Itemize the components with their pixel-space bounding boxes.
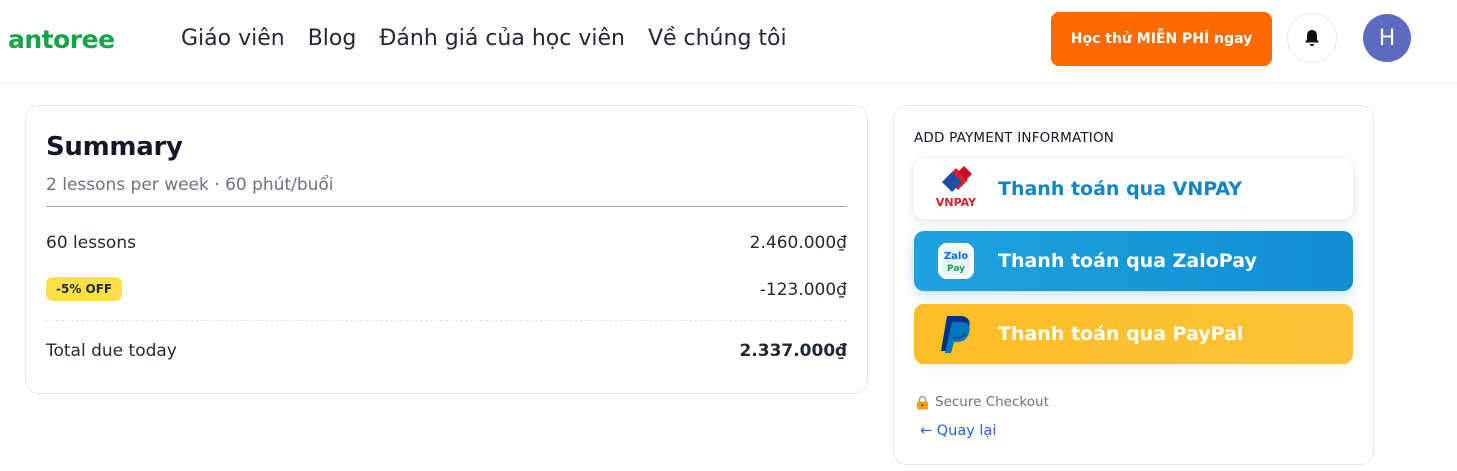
payment-card: ADD PAYMENT INFORMATION VNPAY Thanh toán… xyxy=(893,105,1374,465)
top-header: antoree Giáo viên Blog Đánh giá của học … xyxy=(0,0,1457,84)
paypal-logo xyxy=(914,304,998,364)
zalopay-label: Thanh toán qua ZaloPay xyxy=(998,250,1257,272)
discount-badge: -5% OFF xyxy=(46,277,123,301)
nav-about[interactable]: Về chúng tôi xyxy=(648,26,787,51)
dashed-divider xyxy=(46,320,847,321)
payment-title: ADD PAYMENT INFORMATION xyxy=(914,130,1115,146)
vnpay-button[interactable]: VNPAY Thanh toán qua VNPAY xyxy=(914,159,1353,219)
vnpay-logo: VNPAY xyxy=(914,159,998,219)
user-avatar[interactable]: H xyxy=(1363,14,1411,62)
nav-teachers[interactable]: Giáo viên xyxy=(181,26,285,51)
nav-blog[interactable]: Blog xyxy=(308,26,357,51)
nav-reviews[interactable]: Đánh giá của học viên xyxy=(379,26,625,51)
summary-subtitle: 2 lessons per week · 60 phút/buổi xyxy=(46,175,334,195)
secure-checkout-text: Secure Checkout xyxy=(935,394,1049,410)
zalopay-logo: Zalo Pay xyxy=(914,231,998,291)
discount-amount: -123.000₫ xyxy=(759,280,847,300)
summary-title: Summary xyxy=(46,132,183,162)
total-label: Total due today xyxy=(46,341,177,361)
svg-text:Pay: Pay xyxy=(947,264,965,274)
notifications-button[interactable] xyxy=(1287,13,1337,63)
lessons-price: 2.460.000₫ xyxy=(749,233,847,253)
free-trial-button[interactable]: Học thử MIỄN PHÍ ngay xyxy=(1051,12,1272,66)
paypal-button[interactable]: Thanh toán qua PayPal xyxy=(914,304,1353,364)
back-link[interactable]: ← Quay lại xyxy=(920,423,996,439)
total-amount: 2.337.000₫ xyxy=(739,341,847,361)
order-summary-card: Summary 2 lessons per week · 60 phút/buổ… xyxy=(25,105,868,394)
svg-text:VNPAY: VNPAY xyxy=(936,196,977,209)
vnpay-label: Thanh toán qua VNPAY xyxy=(998,178,1243,200)
divider xyxy=(46,206,847,207)
bell-icon xyxy=(1305,29,1319,46)
lessons-label: 60 lessons xyxy=(46,233,136,253)
main-nav: Giáo viên Blog Đánh giá của học viên Về … xyxy=(181,26,810,51)
zalopay-button[interactable]: Zalo Pay Thanh toán qua ZaloPay xyxy=(914,231,1353,291)
site-logo[interactable]: antoree xyxy=(8,25,115,54)
paypal-label: Thanh toán qua PayPal xyxy=(998,323,1244,345)
svg-text:Zalo: Zalo xyxy=(944,251,968,262)
secure-checkout: Secure Checkout xyxy=(916,394,1049,410)
lock-icon xyxy=(917,395,928,409)
